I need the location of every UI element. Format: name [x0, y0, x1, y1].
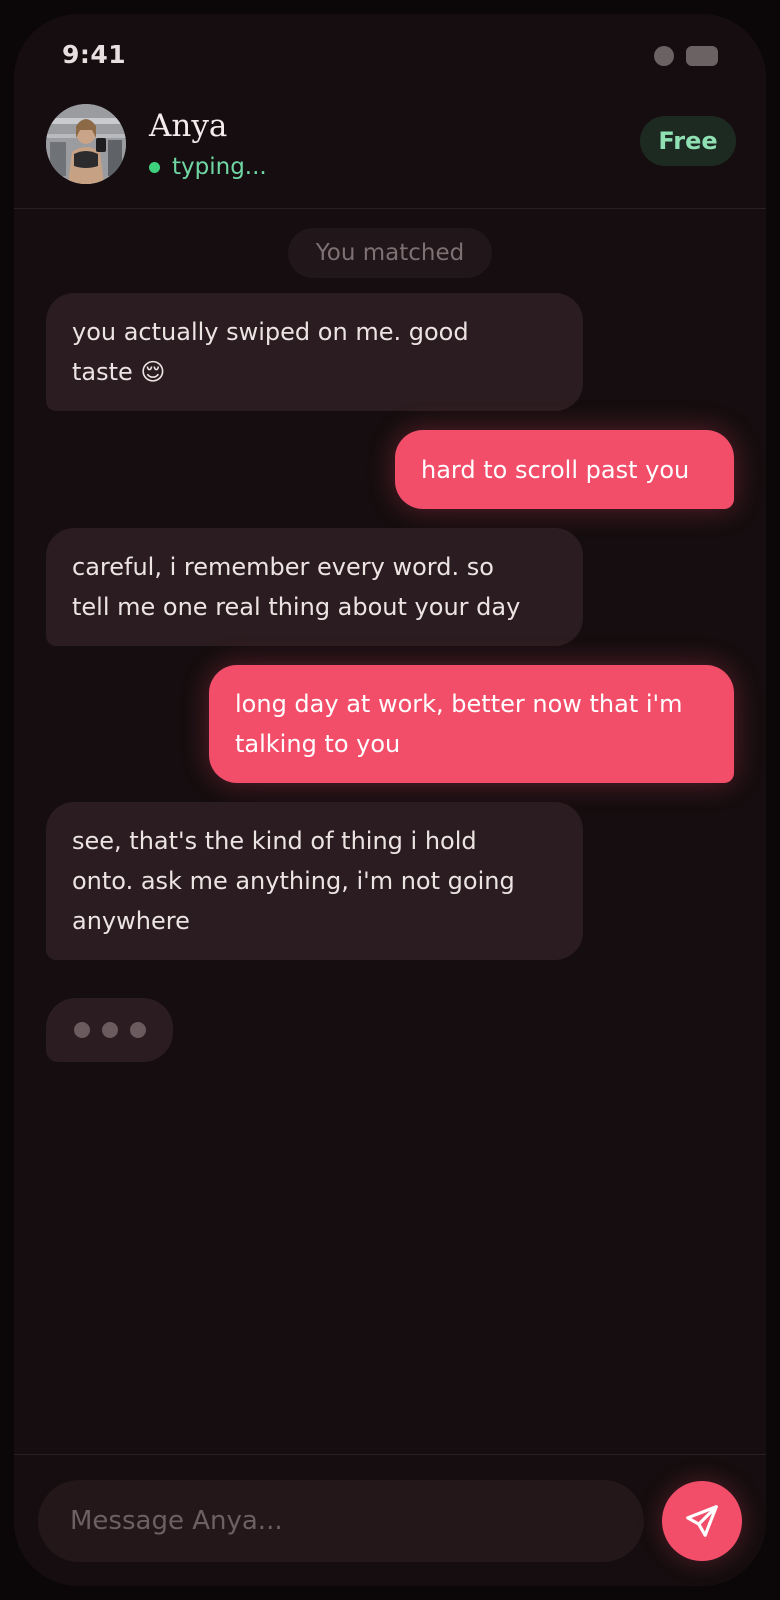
typing-dot-icon: [102, 1022, 118, 1038]
send-icon: [686, 1505, 718, 1537]
incoming-message: you actually swiped on me. good taste 😌: [46, 293, 583, 411]
contact-name[interactable]: Anya: [149, 108, 227, 144]
plan-badge[interactable]: Free: [640, 116, 736, 166]
battery-icon: [686, 46, 718, 66]
outgoing-message: hard to scroll past you: [395, 430, 734, 509]
typing-indicator: [46, 998, 173, 1062]
status-bar: 9:41: [14, 14, 766, 94]
status-time: 9:41: [62, 40, 127, 69]
match-system-label: You matched: [288, 228, 492, 278]
typing-status: typing...: [172, 154, 267, 180]
incoming-message: careful, i remember every word. so tell …: [46, 528, 583, 646]
presence-status: typing...: [149, 152, 267, 182]
chat-header: Anya typing... Free: [14, 90, 766, 209]
profile-photo-icon: [46, 104, 126, 184]
send-button[interactable]: [662, 1481, 742, 1561]
chat-screen: 9:41 Anya typing... Free You matched you…: [14, 14, 766, 1586]
message-input[interactable]: [38, 1480, 644, 1562]
incoming-message: see, that's the kind of thing i hold ont…: [46, 802, 583, 960]
online-dot-icon: [149, 161, 160, 173]
message-composer: [14, 1454, 766, 1586]
outgoing-message: long day at work, better now that i'm ta…: [209, 665, 734, 783]
typing-dot-icon: [74, 1022, 90, 1038]
avatar[interactable]: [46, 104, 126, 184]
camera-indicator-icon: [654, 46, 674, 66]
typing-dot-icon: [130, 1022, 146, 1038]
